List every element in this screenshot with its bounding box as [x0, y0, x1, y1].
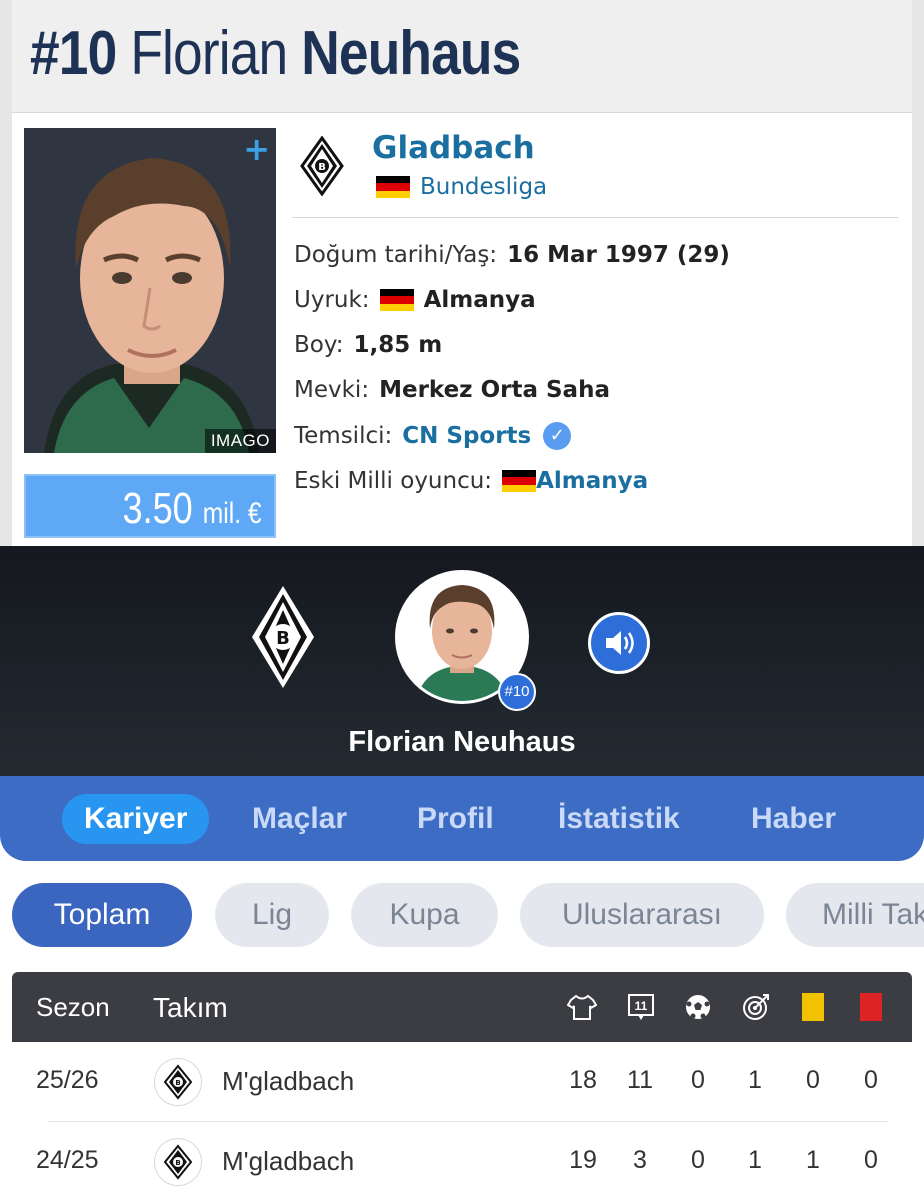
player-card-header: B #10 Florian Neuhaus: [0, 546, 924, 778]
goals-cell: 0: [691, 1066, 705, 1094]
shirt-number: #10: [30, 19, 117, 88]
height-info: Boy: 1,85 m: [294, 332, 442, 358]
team-cell[interactable]: M'gladbach: [222, 1066, 354, 1097]
birth-label: Doğum tarihi/Yaş:: [294, 242, 498, 268]
left-margin: [0, 0, 12, 546]
red-cards-cell: 0: [864, 1146, 878, 1174]
player-name: Florian Neuhaus: [348, 726, 576, 758]
filter-milli-takim[interactable]: Milli Takım: [786, 883, 924, 947]
career-table-header: Sezon Takım 11: [12, 972, 912, 1042]
team-logo: B: [154, 1058, 202, 1106]
filter-uluslararasi[interactable]: Uluslararası: [520, 883, 764, 947]
position-value: Merkez Orta Saha: [379, 377, 610, 403]
appearances-cell: 18: [569, 1066, 597, 1094]
gladbach-logo-icon[interactable]: B: [300, 136, 344, 196]
section-tabs: Kariyer Maçlar Profil İstatistik Haber: [0, 776, 924, 861]
page-title: #10 Florian Neuhaus: [30, 18, 521, 89]
assists-cell: 1: [748, 1066, 762, 1094]
red-cards-cell: 0: [864, 1066, 878, 1094]
germany-flag-icon: [502, 470, 537, 492]
assist-target-icon: [743, 994, 769, 1020]
market-value: 3.50 mil. €: [123, 484, 262, 534]
player-profile-panel: #10 Florian Neuhaus + IMAGO 3.50 mil. €: [0, 0, 924, 546]
player-portrait-icon: [24, 128, 276, 453]
agent-label: Temsilci:: [294, 423, 393, 449]
table-row[interactable]: 24/25 B M'gladbach 19 3 0 1 1 0: [12, 1122, 912, 1200]
season-cell: 25/26: [36, 1066, 99, 1094]
germany-flag-icon: [379, 289, 414, 311]
jersey-icon: [567, 994, 597, 1020]
ball-icon: [686, 995, 710, 1019]
svg-text:B: B: [276, 628, 290, 649]
profile-header: #10 Florian Neuhaus: [12, 0, 912, 113]
height-value: 1,85 m: [353, 332, 443, 358]
market-value-unit: mil. €: [203, 497, 262, 530]
position-label: Mevki:: [294, 377, 370, 403]
team-logo: B: [154, 1138, 202, 1186]
club-name-link[interactable]: Gladbach: [372, 130, 535, 166]
red-card-icon: [860, 993, 882, 1021]
gladbach-logo-icon[interactable]: B: [248, 582, 318, 692]
market-value-box[interactable]: 3.50 mil. €: [24, 474, 276, 538]
assists-cell: 1: [748, 1146, 762, 1174]
national-label: Eski Milli oyuncu:: [294, 468, 493, 494]
table-row[interactable]: 25/26 B M'gladbach 18 11 0 1 0 0: [12, 1042, 912, 1122]
starts-cell: 3: [633, 1146, 647, 1174]
gladbach-logo-icon: B: [163, 1144, 193, 1180]
tab-maclar[interactable]: Maçlar: [252, 794, 347, 844]
national-team-info: Eski Milli oyuncu: Almanya: [294, 468, 648, 494]
add-photo-plus-icon[interactable]: +: [243, 130, 270, 168]
national-team-link[interactable]: Almanya: [536, 468, 648, 494]
divider: [292, 217, 898, 218]
first-name: Florian: [130, 19, 288, 88]
germany-flag-icon: [376, 176, 410, 198]
tab-profil[interactable]: Profil: [417, 794, 494, 844]
tab-kariyer[interactable]: Kariyer: [62, 794, 210, 844]
team-cell[interactable]: M'gladbach: [222, 1146, 354, 1177]
filter-kupa[interactable]: Kupa: [351, 883, 498, 947]
yellow-cards-cell: 0: [806, 1066, 820, 1094]
citizenship-info: Uyruk: Almanya: [294, 287, 536, 313]
right-margin: [912, 0, 924, 546]
svg-text:B: B: [318, 162, 326, 173]
agent-link[interactable]: CN Sports: [402, 423, 531, 449]
yellow-cards-cell: 1: [806, 1146, 820, 1174]
filter-lig[interactable]: Lig: [215, 883, 329, 947]
last-name: Neuhaus: [301, 19, 521, 88]
position-info: Mevki: Merkez Orta Saha: [294, 377, 610, 403]
player-photo[interactable]: + IMAGO: [24, 128, 276, 453]
svg-text:B: B: [175, 1159, 180, 1167]
col-season: Sezon: [36, 992, 110, 1022]
speaker-icon: [606, 631, 634, 655]
goals-cell: 0: [691, 1146, 705, 1174]
pronunciation-button[interactable]: [588, 612, 650, 674]
height-label: Boy:: [294, 332, 344, 358]
tab-haber[interactable]: Haber: [751, 794, 836, 844]
birth-value: 16 Mar 1997 (29): [507, 242, 730, 268]
season-cell: 24/25: [36, 1146, 99, 1174]
verified-check-icon: ✓: [543, 422, 572, 450]
appearances-cell: 19: [569, 1146, 597, 1174]
shirt-number-badge: #10: [498, 673, 536, 711]
league-row[interactable]: Bundesliga: [376, 174, 547, 200]
filter-toplam[interactable]: Toplam: [12, 883, 192, 947]
league-name-link[interactable]: Bundesliga: [420, 174, 547, 200]
lineup-icon: 11: [628, 994, 654, 1020]
birth-info: Doğum tarihi/Yaş: 16 Mar 1997 (29): [294, 242, 730, 268]
agent-info: Temsilci: CN Sports ✓: [294, 422, 572, 450]
citizenship-label: Uyruk:: [294, 287, 370, 313]
citizenship-value: Almanya: [423, 287, 536, 313]
starts-cell: 11: [627, 1066, 653, 1094]
svg-text:B: B: [175, 1079, 180, 1087]
svg-text:11: 11: [635, 999, 648, 1013]
market-value-amount: 3.50: [122, 484, 194, 533]
col-team: Takım: [153, 992, 228, 1023]
yellow-card-icon: [802, 993, 824, 1021]
photo-credit: IMAGO: [204, 429, 276, 453]
gladbach-logo-icon: B: [163, 1064, 193, 1100]
tab-istatistik[interactable]: İstatistik: [558, 794, 680, 844]
